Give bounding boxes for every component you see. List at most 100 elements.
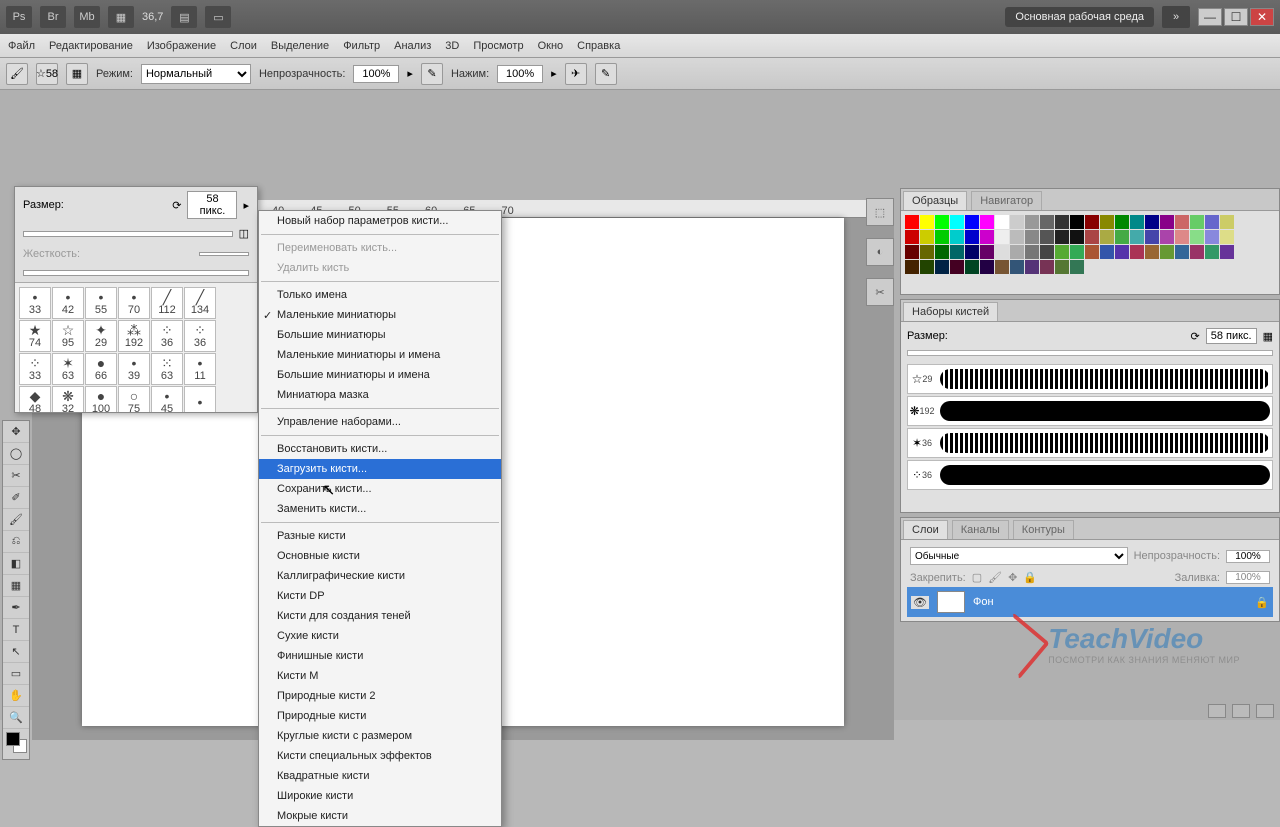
eraser-tool-icon[interactable]: ◧ xyxy=(3,553,29,575)
menu-item[interactable]: Маленькие миниатюры xyxy=(259,305,501,325)
swatch[interactable] xyxy=(980,245,994,259)
swatch[interactable] xyxy=(935,215,949,229)
color-panel-icon[interactable]: ⬚ xyxy=(866,198,894,226)
swatch[interactable] xyxy=(1130,245,1144,259)
swatch[interactable] xyxy=(1055,215,1069,229)
menu-item[interactable]: Каллиграфические кисти xyxy=(259,566,501,586)
brush-preset-row[interactable]: ✶36 xyxy=(907,428,1273,458)
swatch[interactable] xyxy=(995,215,1009,229)
size-value[interactable]: 58 пикс. xyxy=(187,191,237,219)
menu-item[interactable]: Квадратные кисти xyxy=(259,766,501,786)
hand-tool-icon[interactable]: ✋ xyxy=(3,685,29,707)
menu-item[interactable]: Кисти для создания теней xyxy=(259,606,501,626)
swatch[interactable] xyxy=(1040,230,1054,244)
expand-icon[interactable]: » xyxy=(1162,6,1190,28)
layers-tab[interactable]: Слои xyxy=(903,520,948,539)
menu-item[interactable]: Маленькие миниатюры и имена xyxy=(259,345,501,365)
swatch[interactable] xyxy=(995,230,1009,244)
menu-Выделение[interactable]: Выделение xyxy=(271,40,329,52)
ps-logo-icon[interactable]: Ps xyxy=(6,6,32,28)
swatch[interactable] xyxy=(1055,230,1069,244)
layer-opacity-input[interactable]: 100% xyxy=(1226,550,1270,563)
swatch[interactable] xyxy=(950,215,964,229)
brush-preset-cell[interactable]: ⁂192 xyxy=(118,320,150,352)
bridge-icon[interactable]: Br xyxy=(40,6,66,28)
menu-Изображение[interactable]: Изображение xyxy=(147,40,216,52)
swatch[interactable] xyxy=(1175,245,1189,259)
swatch[interactable] xyxy=(1085,230,1099,244)
swatch[interactable] xyxy=(1085,245,1099,259)
panel-icon[interactable] xyxy=(1232,704,1250,718)
opacity-arrow-icon[interactable]: ▸ xyxy=(407,67,413,80)
brush-preset-cell[interactable]: ●66 xyxy=(85,353,117,385)
swatch[interactable] xyxy=(1055,260,1069,274)
pressure-opacity-icon[interactable]: ✎ xyxy=(421,63,443,85)
swatch[interactable] xyxy=(1025,215,1039,229)
menu-item[interactable]: Только имена xyxy=(259,285,501,305)
swatch[interactable] xyxy=(1040,245,1054,259)
swatch[interactable] xyxy=(1145,245,1159,259)
menu-item[interactable]: Сохранить кисти... xyxy=(259,479,501,499)
brush-preset-cell[interactable]: •11 xyxy=(184,353,216,385)
zoom-level[interactable]: 36,7 xyxy=(142,11,163,23)
swatch[interactable] xyxy=(1070,260,1084,274)
flow-input[interactable]: 100% xyxy=(497,65,543,83)
brush-preset-cell[interactable]: ╱134 xyxy=(184,287,216,319)
swatch[interactable] xyxy=(1145,230,1159,244)
brush-preset-cell[interactable]: ╱112 xyxy=(151,287,183,319)
swatch[interactable] xyxy=(950,230,964,244)
menu-Фильтр[interactable]: Фильтр xyxy=(343,40,380,52)
lock-position-icon[interactable]: ✥ xyxy=(1008,571,1017,584)
swatch[interactable] xyxy=(935,230,949,244)
brush-preset-row[interactable]: ⁘36 xyxy=(907,460,1273,490)
swatch[interactable] xyxy=(965,230,979,244)
swatch[interactable] xyxy=(1160,245,1174,259)
menu-Анализ[interactable]: Анализ xyxy=(394,40,431,52)
brush-preset-cell[interactable]: ●100 xyxy=(85,386,117,412)
swatch[interactable] xyxy=(905,260,919,274)
zoom-tool-icon[interactable]: 🔍 xyxy=(3,707,29,729)
minibridge-icon[interactable]: Mb xyxy=(74,6,100,28)
menu-Окно[interactable]: Окно xyxy=(538,40,564,52)
menu-Просмотр[interactable]: Просмотр xyxy=(473,40,523,52)
swatch[interactable] xyxy=(1025,230,1039,244)
brush-preset-cell[interactable]: •55 xyxy=(85,287,117,319)
swatch[interactable] xyxy=(965,245,979,259)
swatch[interactable] xyxy=(1205,245,1219,259)
swatch[interactable] xyxy=(980,230,994,244)
menu-item[interactable]: Широкие кисти xyxy=(259,786,501,806)
swatch[interactable] xyxy=(950,245,964,259)
swatch[interactable] xyxy=(1220,230,1234,244)
swatch[interactable] xyxy=(1040,215,1054,229)
navigator-tab[interactable]: Навигатор xyxy=(971,191,1042,210)
menu-item[interactable]: Природные кисти xyxy=(259,706,501,726)
channels-tab[interactable]: Каналы xyxy=(952,520,1009,539)
opacity-input[interactable]: 100% xyxy=(353,65,399,83)
preset-size-value[interactable]: 58 пикс. xyxy=(1206,328,1257,344)
brush-preset-cell[interactable]: ○75 xyxy=(118,386,150,412)
menu-item[interactable]: Финишные кисти xyxy=(259,646,501,666)
swatch[interactable] xyxy=(905,245,919,259)
swatch[interactable] xyxy=(1025,260,1039,274)
blend-mode-select[interactable]: Обычные xyxy=(910,547,1128,565)
menu-item[interactable]: Основные кисти xyxy=(259,546,501,566)
menu-item[interactable]: Восстановить кисти... xyxy=(259,439,501,459)
swatch[interactable] xyxy=(1010,230,1024,244)
move-tool-icon[interactable]: ✥ xyxy=(3,421,29,443)
brush-preset-cell[interactable]: ✶63 xyxy=(52,353,84,385)
brush-preset-cell[interactable]: ✦29 xyxy=(85,320,117,352)
swatch[interactable] xyxy=(1010,245,1024,259)
brush-preset-cell[interactable]: •39 xyxy=(118,353,150,385)
swatch[interactable] xyxy=(1160,230,1174,244)
shape-tool-icon[interactable]: ▭ xyxy=(3,663,29,685)
swatches-grid[interactable] xyxy=(901,211,1279,278)
swatch[interactable] xyxy=(1070,245,1084,259)
swatch[interactable] xyxy=(905,230,919,244)
flyout-menu-icon[interactable]: ▸ xyxy=(243,199,249,212)
menu-item[interactable]: Миниатюра мазка xyxy=(259,385,501,405)
layer-thumbnail[interactable] xyxy=(937,591,965,613)
menu-Справка[interactable]: Справка xyxy=(577,40,620,52)
brush-preset-cell[interactable]: •45 xyxy=(151,386,183,412)
menu-item[interactable]: Большие миниатюры xyxy=(259,325,501,345)
menu-item[interactable]: Разные кисти xyxy=(259,526,501,546)
